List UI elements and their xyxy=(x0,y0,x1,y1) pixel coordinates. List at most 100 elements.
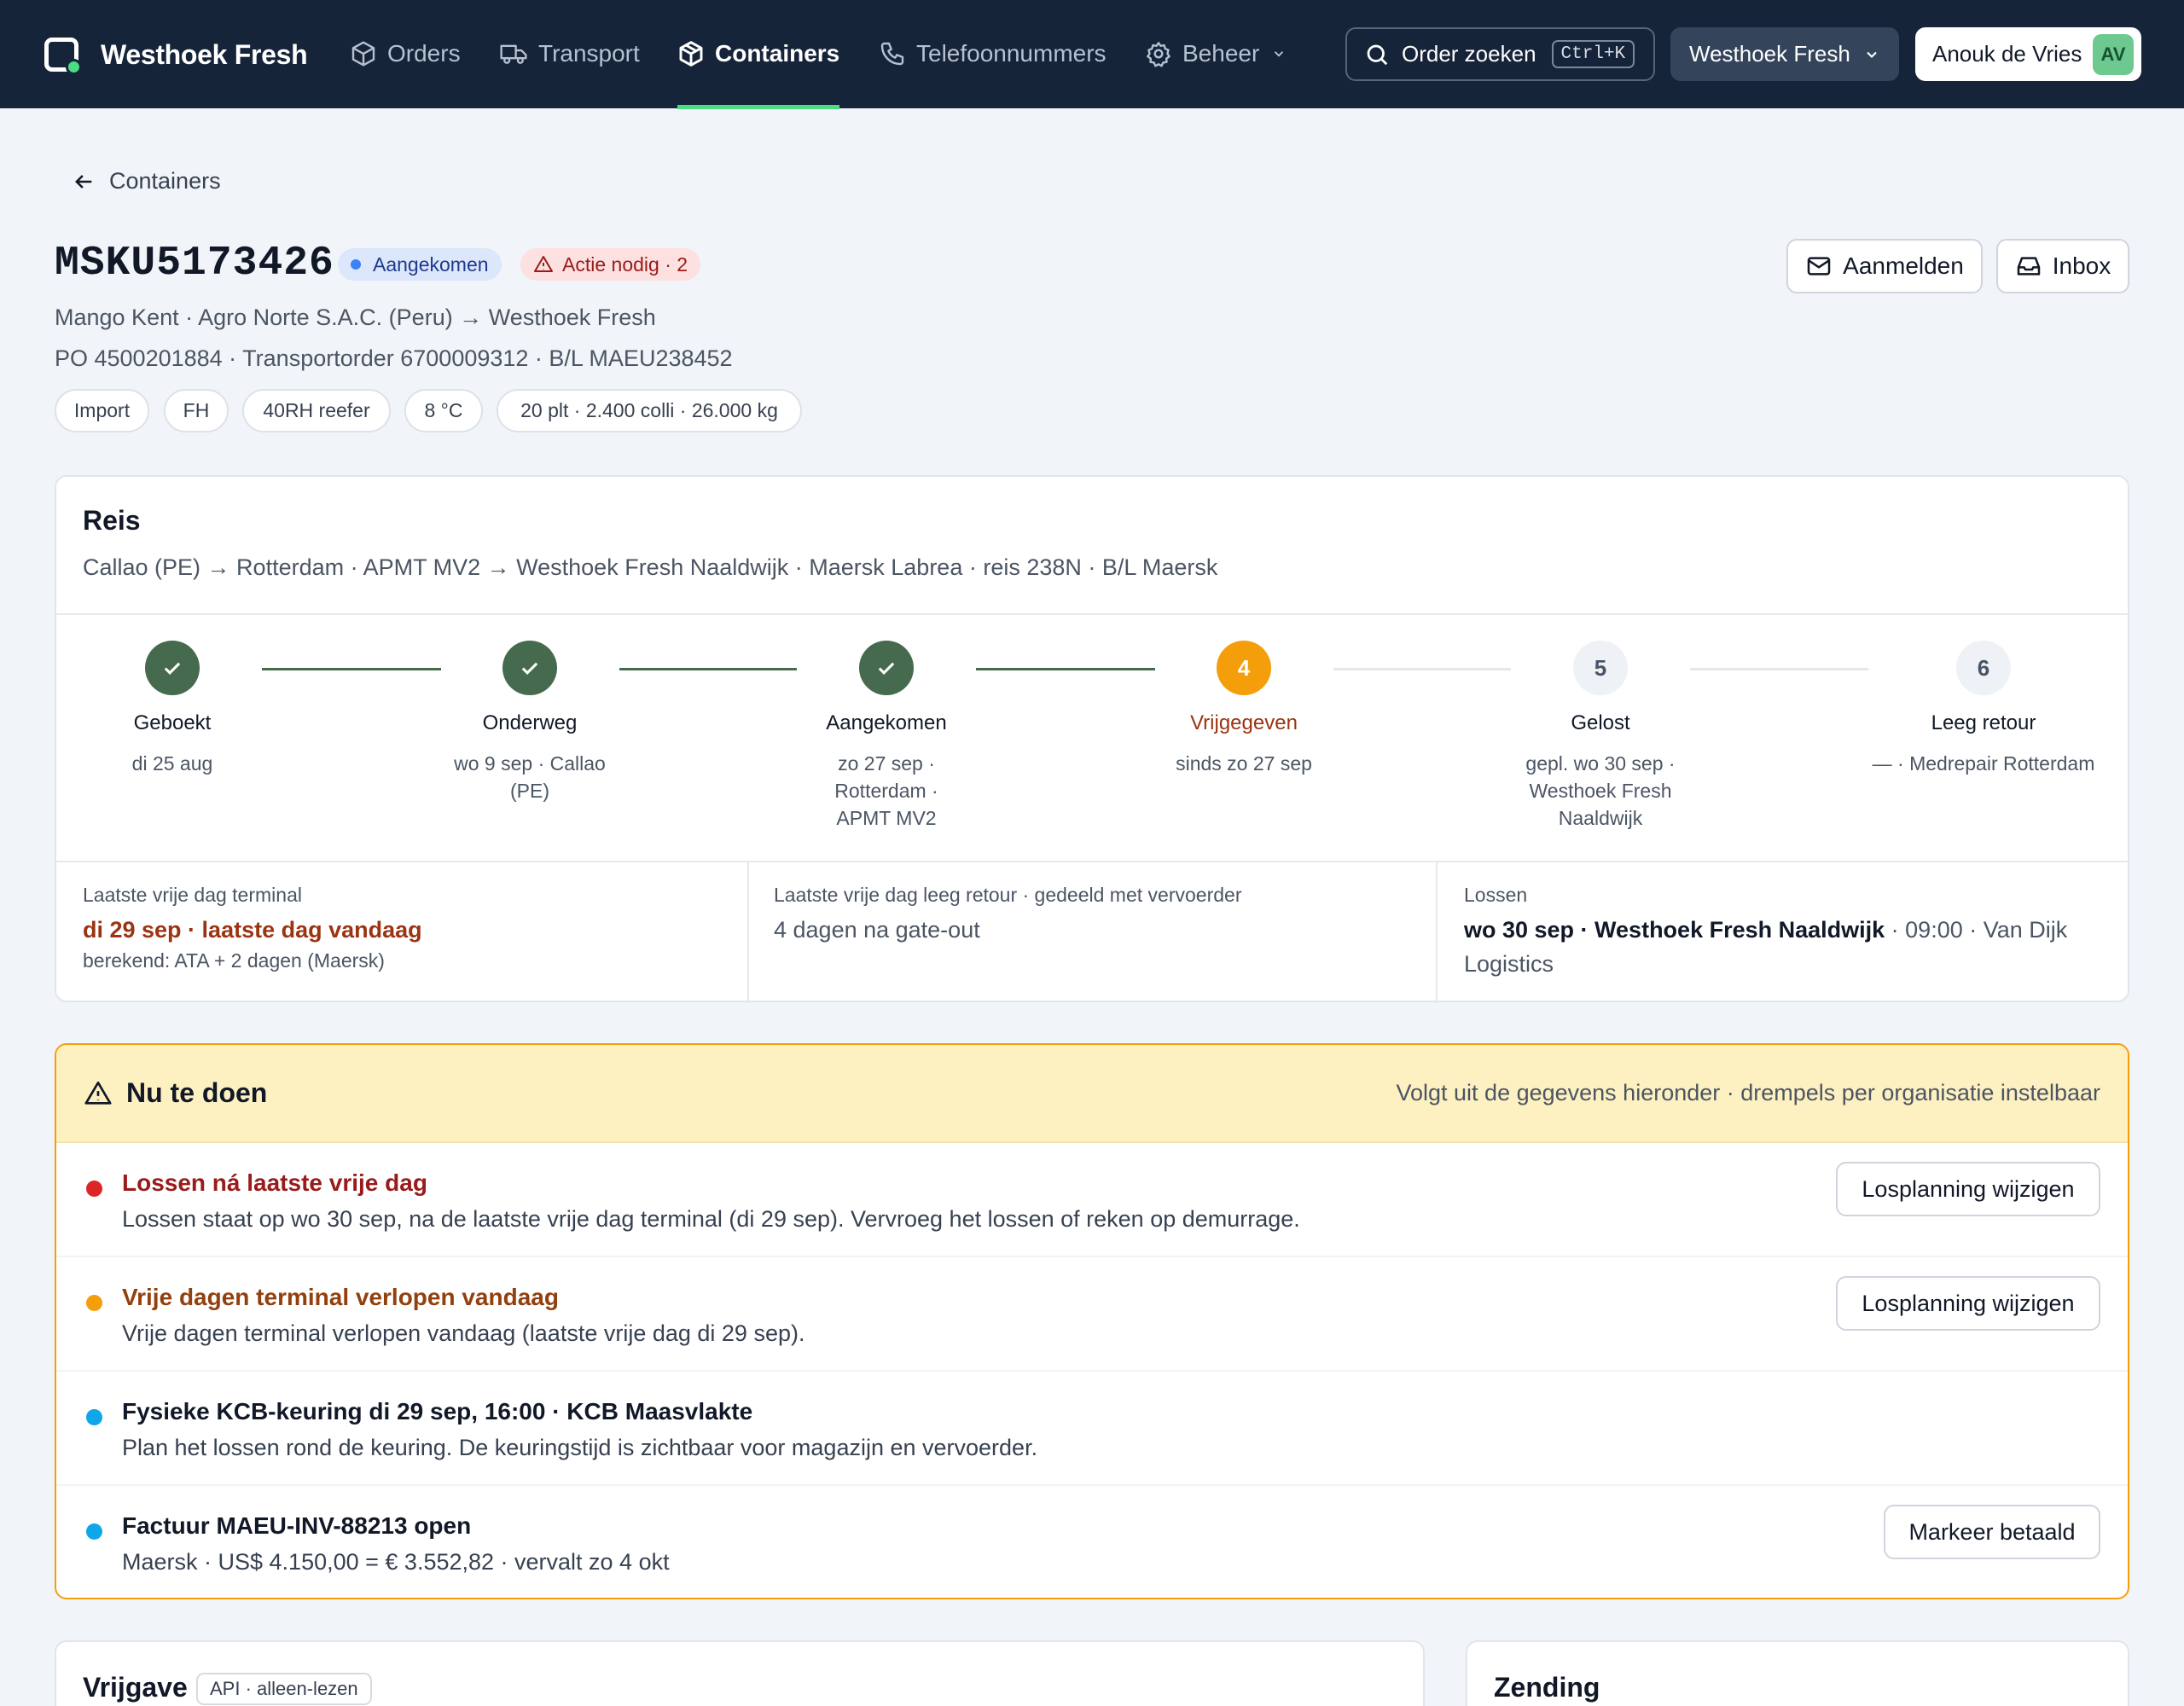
action-needed-label: Actie nodig · 2 xyxy=(562,252,688,276)
search-label: Order zoeken xyxy=(1402,41,1536,67)
nav-item-orders[interactable]: Orders xyxy=(350,31,461,77)
nav-item-label: Transport xyxy=(538,40,640,67)
user-menu[interactable]: Anouk de Vries AV xyxy=(1915,27,2141,81)
free-terminal-note: berekend: ATA + 2 dagen (Maersk) xyxy=(83,949,385,972)
zending-title: Zending xyxy=(1494,1672,1600,1703)
chevron-down-icon xyxy=(1867,51,1877,58)
organization-selector[interactable]: Westhoek Fresh xyxy=(1670,27,1899,81)
container-product-line: Mango Kent · Agro Norte S.A.C. (Peru) → … xyxy=(55,305,656,330)
brand-name: Westhoek Fresh xyxy=(101,38,308,70)
status-dot xyxy=(351,259,361,270)
status-badge: Aangekomen xyxy=(338,248,502,281)
package-icon xyxy=(679,41,703,67)
reis-route: Callao (PE) → Rotterdam · APMT MV2 → Wes… xyxy=(83,554,1218,580)
todo-subtitle: Volgt uit de gegevens hieronder · drempe… xyxy=(1396,1080,2100,1105)
nav-item-containers[interactable]: Containers xyxy=(677,31,840,109)
step-label: Gelost xyxy=(1571,711,1630,734)
divider xyxy=(56,613,2128,615)
action-needed-badge: Actie nodig · 2 xyxy=(520,248,701,281)
todo-item-text: Maersk · US$ 4.150,00 = € 3.552,82 · ver… xyxy=(122,1549,670,1575)
free-return-label: Laatste vrije dag leeg retour · gedeeld … xyxy=(774,884,1242,906)
register-button[interactable]: Aanmelden xyxy=(1786,239,1983,293)
inbox-button[interactable]: Inbox xyxy=(1996,239,2129,293)
step-label: Leeg retour xyxy=(1931,711,2036,734)
todo-item-title: Fysieke KCB-keuring di 29 sep, 16:00 · K… xyxy=(122,1398,753,1425)
nav-item-label: Orders xyxy=(387,40,461,67)
change-unload-plan-button[interactable]: Losplanning wijzigen xyxy=(1836,1276,2100,1331)
page-title: MSKU5173426 xyxy=(55,241,334,287)
step-date: wo 9 sep · Callao (PE) xyxy=(454,752,606,802)
nav-item-label: Containers xyxy=(715,40,840,67)
unload-value: wo 30 sep · Westhoek Fresh Naaldwijk · 0… xyxy=(1464,913,2112,981)
step-label: Onderweg xyxy=(482,711,578,734)
free-terminal-label: Laatste vrije dag terminal xyxy=(83,884,302,906)
nav-item-telefoonnummers[interactable]: Telefoonnummers xyxy=(879,31,1107,77)
divider xyxy=(747,862,749,1001)
chevron-down-icon xyxy=(1275,51,1284,57)
chip-cargo: 20 plt · 2.400 colli · 26.000 kg xyxy=(497,389,802,432)
reis-title: Reis xyxy=(83,505,141,536)
severity-dot xyxy=(86,1295,102,1311)
step-date: zo 27 sep · Rotterdam · APMT MV2 xyxy=(834,752,938,829)
todo-item: Factuur MAEU-INV-88213 open Maersk · US$… xyxy=(56,1486,2128,1598)
step-leeg-retour: 6 Leeg retour — · Medrepair Rotterdam xyxy=(1860,641,2107,777)
warning-icon xyxy=(534,256,553,272)
step-label: Vrijgegeven xyxy=(1190,711,1298,734)
back-link[interactable]: Containers xyxy=(72,168,221,194)
warning-icon xyxy=(84,1081,112,1105)
todo-item: Lossen ná laatste vrije dag Lossen staat… xyxy=(56,1143,2128,1257)
box-icon xyxy=(351,41,375,67)
truck-icon xyxy=(500,44,527,64)
vrijgave-title: Vrijgave xyxy=(83,1672,188,1703)
avatar: AV xyxy=(2093,33,2134,75)
search-shortcut: Ctrl+K xyxy=(1551,40,1635,68)
unload-value-main: wo 30 sep · Westhoek Fresh Naaldwijk xyxy=(1464,917,1885,943)
chip-temperature: 8 °C xyxy=(404,389,483,432)
step-pending-circle: 5 xyxy=(1573,641,1628,695)
step-gelost: 5 Gelost gepl. wo 30 sep · Westhoek Fres… xyxy=(1477,641,1724,832)
todo-item-title: Factuur MAEU-INV-88213 open xyxy=(122,1512,472,1539)
phone-icon xyxy=(880,42,904,66)
check-icon xyxy=(521,662,538,675)
unload-label: Lossen xyxy=(1464,884,1528,906)
free-terminal-value: di 29 sep · laatste dag vandaag xyxy=(83,917,422,943)
nav-item-label: Telefoonnummers xyxy=(916,40,1107,67)
todo-item: Fysieke KCB-keuring di 29 sep, 16:00 · K… xyxy=(56,1372,2128,1486)
mail-icon xyxy=(1807,257,1831,276)
status-label: Aangekomen xyxy=(373,252,489,276)
arrow-left-icon xyxy=(75,174,92,189)
change-unload-plan-button[interactable]: Losplanning wijzigen xyxy=(1836,1162,2100,1216)
step-onderweg: Onderweg wo 9 sep · Callao (PE) xyxy=(406,641,653,804)
mark-paid-button[interactable]: Markeer betaald xyxy=(1884,1505,2100,1559)
api-readonly-badge: API · alleen-lezen xyxy=(196,1673,372,1705)
step-label: Geboekt xyxy=(133,711,212,734)
inbox-icon xyxy=(2017,257,2041,276)
user-name: Anouk de Vries xyxy=(1932,41,2082,67)
step-date: gepl. wo 30 sep · Westhoek Fresh Naaldwi… xyxy=(1525,752,1676,829)
search-icon xyxy=(1367,44,1388,65)
nav-item-transport[interactable]: Transport xyxy=(499,31,640,77)
nav-item-beheer[interactable]: Beheer xyxy=(1145,31,1287,77)
step-pending-circle: 6 xyxy=(1956,641,2011,695)
organization-name: Westhoek Fresh xyxy=(1689,41,1850,67)
check-icon xyxy=(878,662,895,675)
brand-logo-icon xyxy=(44,38,82,75)
step-aangekomen: Aangekomen zo 27 sep · Rotterdam · APMT … xyxy=(763,641,1010,832)
back-link-label: Containers xyxy=(109,168,221,194)
chip-company: FH xyxy=(164,389,229,432)
nav-item-label: Beheer xyxy=(1182,40,1260,67)
step-current-circle: 4 xyxy=(1217,641,1271,695)
todo-header: Nu te doen Volgt uit de gegevens hierond… xyxy=(56,1045,2128,1143)
todo-item-title: Lossen ná laatste vrije dag xyxy=(122,1169,427,1196)
brand[interactable]: Westhoek Fresh xyxy=(44,34,308,75)
divider xyxy=(56,861,2128,862)
chip-flow: Import xyxy=(55,389,149,432)
divider xyxy=(1436,862,1438,1001)
step-vrijgegeven: 4 Vrijgegeven sinds zo 27 sep xyxy=(1120,641,1368,777)
order-search-button[interactable]: Order zoeken Ctrl+K xyxy=(1345,27,1655,81)
severity-dot xyxy=(86,1409,102,1425)
top-navigation: Westhoek Fresh Orders Transport Containe… xyxy=(0,0,2184,109)
todo-item-text: Plan het lossen rond de keuring. De keur… xyxy=(122,1435,1038,1460)
severity-dot xyxy=(86,1523,102,1540)
free-return-value: 4 dagen na gate-out xyxy=(774,917,980,943)
